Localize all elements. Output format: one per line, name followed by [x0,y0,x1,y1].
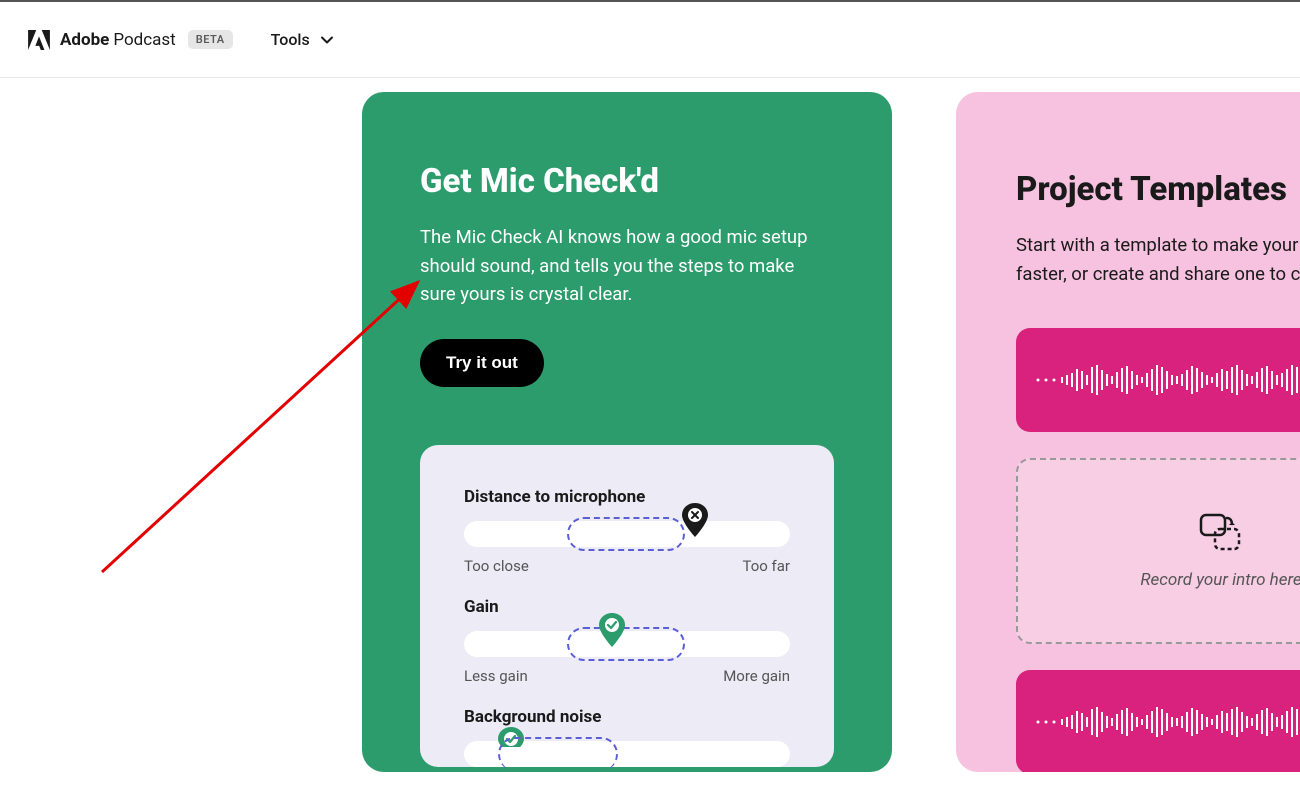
gain-right-label: More gain [723,667,790,685]
gain-bar [464,631,790,657]
waveform-icon [1034,692,1300,752]
beta-badge: BETA [188,30,233,49]
distance-sublabels: Too close Too far [464,557,790,575]
waveform-block-2 [1016,670,1300,772]
mic-check-card: Get Mic Check'd The Mic Check AI knows h… [362,92,892,772]
noise-bar [464,741,790,767]
templates-card: Project Templates Start with a template … [956,92,1300,772]
distance-right-label: Too far [742,557,790,575]
noise-label: Background noise [464,707,790,727]
try-it-out-button[interactable]: Try it out [420,339,544,387]
distance-row: Distance to microphone Too close Too far [464,487,790,575]
brand-name-strong: Adobe [60,30,109,50]
mic-check-panel: Distance to microphone Too close Too far… [420,445,834,767]
mic-check-desc: The Mic Check AI knows how a good mic se… [420,223,820,309]
templates-title: Project Templates [1016,170,1300,209]
waveform-icon [1034,350,1300,410]
waveform-block-1 [1016,328,1300,432]
distance-label: Distance to microphone [464,487,790,507]
adobe-logo-icon [28,30,50,50]
gain-optimal-zone [567,627,685,661]
distance-optimal-zone [567,517,685,551]
mic-check-title: Get Mic Check'd [420,162,834,201]
header: Adobe Podcast BETA Tools [0,2,1300,78]
chevron-down-icon [320,33,334,47]
distance-marker-bad-icon [682,503,708,537]
template-placeholder-box[interactable]: Record your intro here [1016,458,1300,644]
tools-menu[interactable]: Tools [271,30,334,49]
gain-row: Gain Less gain More gain [464,597,790,685]
brand-logo[interactable]: Adobe Podcast BETA [28,30,233,50]
record-placeholder-icon [1198,512,1244,552]
gain-sublabels: Less gain More gain [464,667,790,685]
gain-label: Gain [464,597,790,617]
template-placeholder-text: Record your intro here [1140,570,1300,590]
gain-marker-good-icon [599,613,625,647]
templates-desc: Start with a template to make your workf… [1016,231,1300,288]
distance-bar [464,521,790,547]
noise-optimal-zone [498,737,618,771]
noise-row: Background noise [464,707,790,767]
distance-left-label: Too close [464,557,529,575]
brand-name-light: Podcast [113,30,175,50]
gain-left-label: Less gain [464,667,528,685]
tools-label: Tools [271,30,310,49]
